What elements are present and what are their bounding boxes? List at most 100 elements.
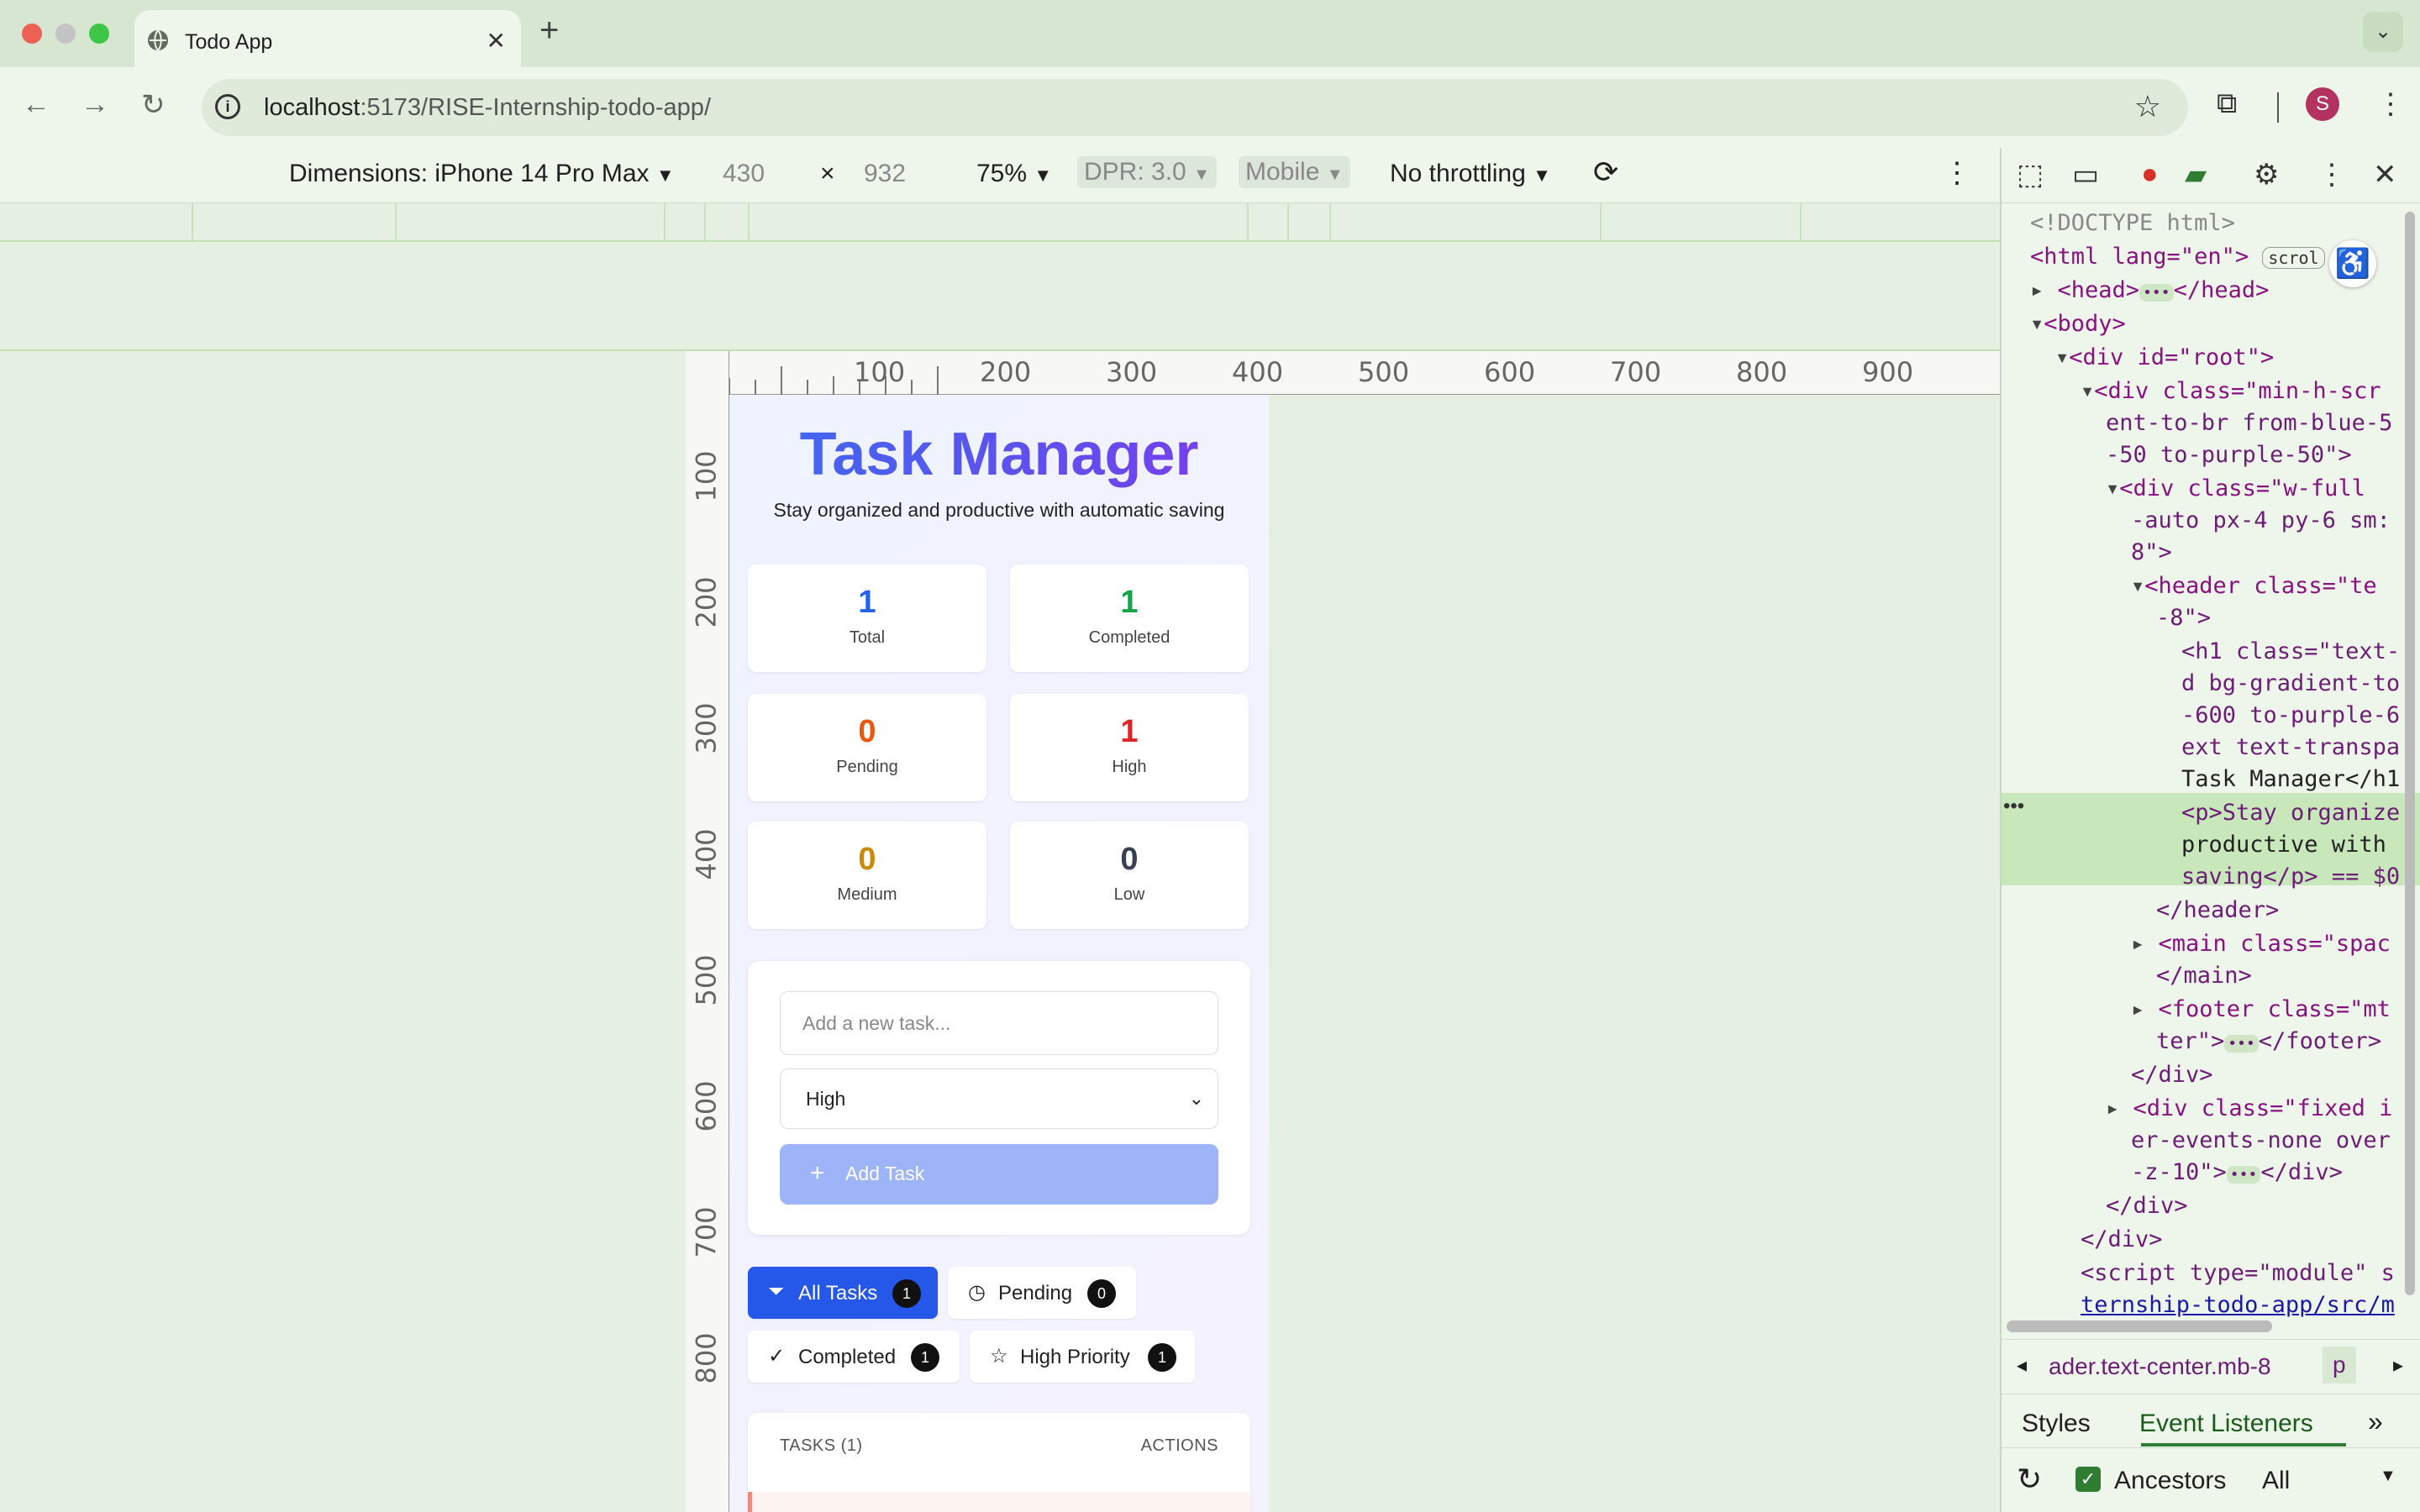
dom-line[interactable]: ▸ <footer class="mt (2131, 996, 2391, 1022)
vertical-scrollbar[interactable] (2405, 212, 2415, 1295)
dom-line[interactable]: </div> (2106, 1193, 2188, 1219)
dom-line[interactable]: saving</p> == $0 (2181, 864, 2400, 890)
ruler-left-label: 100 (690, 450, 723, 502)
dom-line[interactable]: -600 to-purple-6 (2181, 702, 2400, 728)
tab-event-listeners[interactable]: Event Listeners (2139, 1410, 2313, 1438)
dom-line[interactable]: </main> (2156, 963, 2252, 989)
error-badge-icon[interactable]: ● (2141, 158, 2159, 191)
back-button[interactable]: ← (22, 88, 50, 121)
breadcrumb-bar: ◂ ader.text-center.mb-8 p ▸ (2002, 1339, 2420, 1394)
filter-pending[interactable]: ◷ Pending 0 (948, 1267, 1136, 1319)
ruler-top-label: 400 (1232, 356, 1284, 388)
rotate-icon[interactable]: ⟳ (1593, 155, 1618, 190)
close-tab-icon[interactable]: ✕ (487, 27, 506, 55)
dom-line[interactable]: <!DOCTYPE html> (2030, 210, 2235, 236)
scroll-badge[interactable]: scrol (2262, 247, 2325, 269)
new-task-input[interactable] (780, 991, 1218, 1055)
address-bar[interactable]: i localhost:5173/RISE-Internship-todo-ap… (202, 79, 2188, 136)
reload-button[interactable]: ↻ (141, 88, 166, 122)
media-query-bar[interactable] (0, 203, 2000, 242)
dom-line[interactable]: -50 to-purple-50"> (2106, 442, 2352, 468)
device-width-input[interactable]: 430 (723, 160, 765, 188)
dom-line[interactable]: ▾<div class="w-full (2106, 475, 2365, 501)
tab-search-button[interactable]: ⌄ (2363, 12, 2403, 52)
tab-styles[interactable]: Styles (2022, 1410, 2091, 1438)
dom-line[interactable]: ext text-transpa (2181, 734, 2400, 760)
dom-line[interactable]: </div> (2131, 1062, 2213, 1088)
dom-line[interactable]: 8"> (2131, 539, 2172, 565)
dom-line[interactable]: -auto px-4 py-6 sm: (2131, 507, 2391, 533)
close-devtools-icon[interactable]: ✕ (2373, 158, 2397, 192)
dom-line[interactable]: ternship-todo-app/src/m (2081, 1292, 2395, 1318)
dom-line[interactable]: ▸ <main class="spac (2131, 931, 2391, 957)
refresh-icon[interactable]: ↻ (2017, 1462, 2042, 1497)
url-text[interactable]: localhost:5173/RISE-Internship-todo-app/ (264, 94, 711, 122)
device-height-input[interactable]: 932 (864, 160, 906, 188)
profile-avatar[interactable]: S (2306, 87, 2339, 121)
filter-all-tasks[interactable]: ⏷ All Tasks 1 (748, 1267, 938, 1319)
breadcrumb-left-arrow-icon[interactable]: ◂ (2017, 1353, 2027, 1378)
table-row[interactable] (748, 1492, 1250, 1512)
dom-line[interactable]: er-events-none over (2131, 1127, 2391, 1153)
listener-filter-select[interactable]: All (2262, 1467, 2290, 1495)
dom-line[interactable]: ▾<div id="root"> (2055, 344, 2274, 370)
accessibility-icon[interactable]: ♿ (2329, 240, 2376, 287)
more-tabs-icon[interactable]: » (2368, 1406, 2383, 1437)
dom-line[interactable]: ter"> ••• </footer> (2156, 1028, 2381, 1054)
stat-value: 1 (1120, 714, 1139, 749)
dom-line[interactable]: <script type="module" s (2081, 1260, 2395, 1286)
minimize-window-button[interactable] (55, 24, 76, 44)
devtools-more-icon[interactable]: ⋮ (2317, 158, 2346, 192)
collapsed-ellipsis-icon[interactable]: ••• (2139, 284, 2174, 302)
ancestors-checkbox[interactable]: ✓ (2075, 1467, 2101, 1492)
maximize-window-button[interactable] (89, 24, 109, 44)
device-mode-select[interactable]: Mobile ▼ (1239, 156, 1350, 188)
new-tab-button[interactable]: + (539, 12, 559, 50)
collapse-triangle-icon[interactable]: ▾ (2030, 311, 2044, 337)
dom-line[interactable]: ▾<div class="min-h-scr (2081, 378, 2381, 404)
add-task-button[interactable]: + Add Task (780, 1144, 1218, 1205)
breadcrumb-right-arrow-icon[interactable]: ▸ (2393, 1353, 2403, 1378)
dom-line[interactable]: <p>Stay organize (2181, 800, 2400, 826)
extensions-icon[interactable]: ⧉ (2217, 87, 2237, 120)
throttling-select[interactable]: No throttling ▼ (1390, 160, 1551, 188)
dom-line[interactable]: ▾<body> (2030, 311, 2126, 337)
dom-line[interactable]: </div> (2081, 1226, 2163, 1252)
device-toggle-icon[interactable]: ▭ (2072, 158, 2099, 192)
dom-line[interactable]: <html lang="en"> scrol (2030, 244, 2325, 270)
chevron-down-icon[interactable]: ▼ (2380, 1467, 2396, 1486)
horizontal-scrollbar[interactable] (2007, 1320, 2272, 1332)
node-ellipsis-icon[interactable]: ••• (2003, 795, 2024, 818)
zoom-select[interactable]: 75% ▼ (976, 160, 1052, 188)
dom-line[interactable]: <h1 class="text- (2181, 638, 2400, 664)
browser-menu-icon[interactable]: ⋮ (2376, 87, 2405, 121)
expand-triangle-icon[interactable]: ▸ (2030, 277, 2044, 303)
dom-line[interactable]: ▾<header class="te (2131, 573, 2377, 599)
priority-select[interactable]: High ⌄ (780, 1068, 1218, 1129)
site-info-icon[interactable]: i (215, 94, 240, 119)
browser-tab[interactable]: Todo App ✕ (134, 10, 521, 67)
dom-line[interactable]: ▸ <div class="fixed i (2106, 1095, 2392, 1121)
ruler-left-label: 300 (690, 702, 723, 754)
breadcrumb-current[interactable]: p (2323, 1347, 2356, 1383)
forward-button[interactable]: → (81, 88, 109, 121)
dom-line[interactable]: productive with (2181, 832, 2386, 858)
messages-icon[interactable]: ▰ (2185, 158, 2207, 192)
dom-line[interactable]: ▸ <head> ••• </head> (2030, 277, 2269, 303)
filter-high-priority[interactable]: ☆ High Priority 1 (970, 1331, 1195, 1383)
close-window-button[interactable] (22, 24, 42, 44)
settings-gear-icon[interactable]: ⚙ (2254, 158, 2279, 192)
filter-completed[interactable]: ✓ Completed 1 (748, 1331, 960, 1383)
dom-line[interactable]: </header> (2156, 897, 2279, 923)
dom-line[interactable]: d bg-gradient-to (2181, 670, 2400, 696)
device-dimensions-select[interactable]: Dimensions: iPhone 14 Pro Max ▼ (289, 160, 675, 188)
dom-line[interactable]: -8"> (2156, 605, 2211, 631)
bookmark-star-icon[interactable]: ☆ (2134, 89, 2161, 124)
dom-line[interactable]: ent-to-br from-blue-5 (2106, 410, 2392, 436)
device-toolbar-more-icon[interactable]: ⋮ (1943, 156, 1971, 190)
inspect-element-icon[interactable]: ⬚ (2017, 158, 2044, 192)
dpr-select[interactable]: DPR: 3.0 ▼ (1077, 156, 1217, 188)
breadcrumb[interactable]: ader.text-center.mb-8 (2049, 1353, 2271, 1380)
dom-line[interactable]: Task Manager</h1 (2181, 766, 2400, 792)
dom-line[interactable]: -z-10"> ••• </div> (2131, 1159, 2343, 1185)
